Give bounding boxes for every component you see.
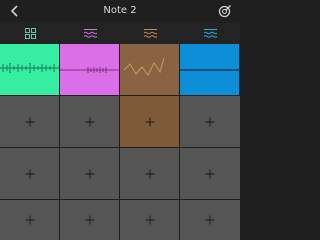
pad-empty[interactable] (0, 200, 59, 240)
tab-waves-brown[interactable] (120, 22, 180, 44)
pad-green[interactable] (0, 44, 59, 95)
plus-icon (25, 215, 34, 225)
waves-icon (203, 29, 217, 38)
pad-empty[interactable] (0, 148, 59, 199)
pad-magenta[interactable] (60, 44, 119, 95)
track-tabs (0, 22, 240, 44)
pad-empty[interactable] (120, 200, 179, 240)
pad-empty[interactable] (0, 96, 59, 147)
plus-icon (205, 169, 215, 178)
grid-icon (24, 27, 36, 39)
tab-grid[interactable] (0, 22, 60, 44)
plus-icon (25, 169, 34, 178)
plus-icon (145, 169, 154, 178)
pad-empty[interactable] (60, 200, 119, 240)
plus-icon (205, 117, 215, 126)
pad-empty[interactable] (180, 148, 240, 199)
back-button[interactable] (6, 3, 24, 19)
pad-highlighted[interactable] (120, 96, 179, 147)
plus-icon (145, 117, 154, 126)
waveform-icon (0, 63, 59, 73)
pad-empty[interactable] (60, 96, 119, 147)
waves-icon (143, 29, 157, 38)
pad-blue[interactable] (180, 44, 240, 95)
pad-empty[interactable] (120, 148, 179, 199)
waveform-icon (180, 69, 240, 71)
plus-icon (85, 169, 94, 178)
plus-icon (85, 215, 94, 225)
tab-waves-magenta[interactable] (60, 22, 120, 44)
target-menu-button[interactable] (216, 3, 234, 19)
waveform-icon (123, 57, 165, 76)
target-edit-icon (218, 5, 231, 18)
plus-icon (25, 117, 34, 126)
plus-icon (145, 215, 154, 225)
chevron-left-icon (10, 5, 18, 17)
plus-icon (205, 215, 215, 225)
tab-waves-blue[interactable] (180, 22, 240, 44)
waves-icon (83, 29, 97, 38)
pad-brown[interactable] (120, 44, 179, 95)
pad-empty[interactable] (180, 96, 240, 147)
top-bar: Note 2 (0, 0, 240, 22)
pad-empty[interactable] (180, 200, 240, 240)
pad-grid (0, 44, 240, 240)
pad-empty[interactable] (60, 148, 119, 199)
plus-icon (85, 117, 94, 126)
page-title: Note 2 (103, 5, 137, 16)
waveform-icon (60, 67, 119, 73)
